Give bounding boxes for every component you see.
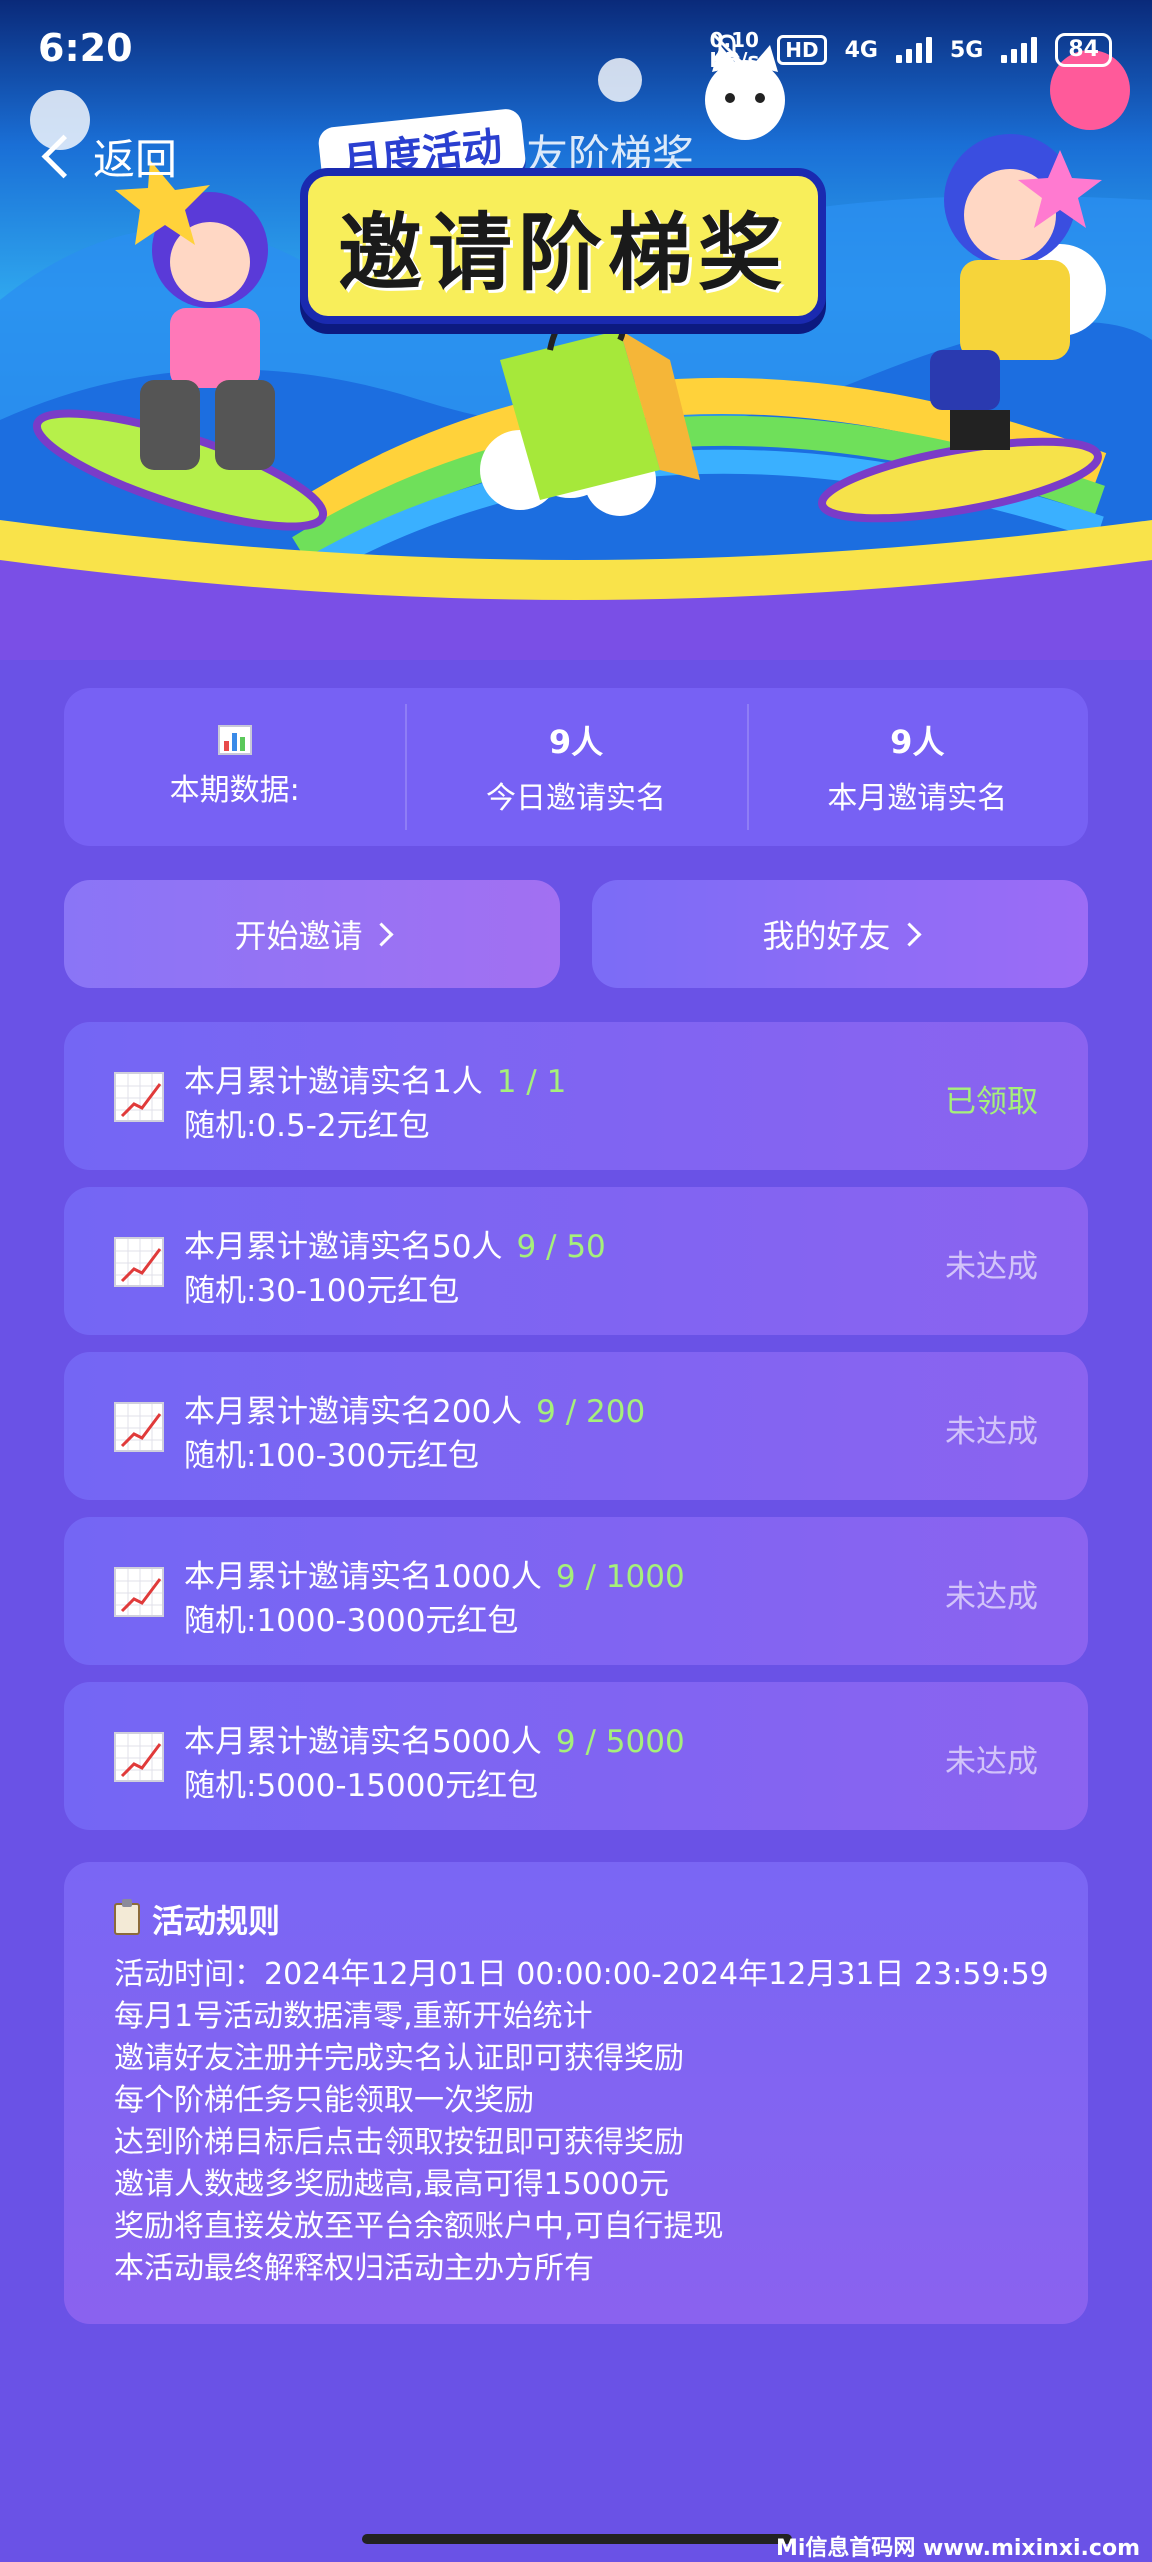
rule-item: 每个阶梯任务只能领取一次奖励 [114, 2083, 534, 2118]
stat-period: 本期数据: [64, 688, 405, 846]
start-invite-button[interactable]: 开始邀请 [64, 880, 560, 988]
tier-title: 本月累计邀请实名5000人 [184, 1724, 542, 1760]
tier-claimed-status[interactable]: 已领取 [945, 1076, 1038, 1121]
network-type-5g: 5G [950, 37, 984, 63]
bell-muted-icon [712, 32, 743, 64]
rules-title: 活动规则 [152, 1902, 281, 1940]
stat-month: 9人 本月邀请实名 [746, 688, 1088, 846]
stat-today: 9人 今日邀请实名 [405, 688, 746, 846]
stat-today-label: 今日邀请实名 [485, 781, 666, 816]
tier-card[interactable]: 本月累计邀请实名50人 9 / 50 随机:30-100元红包 未达成 [64, 1187, 1088, 1335]
banner-title: 邀请阶梯奖 [337, 203, 788, 302]
tier-progress: 9 / 200 [536, 1394, 646, 1430]
tier-status: 未达成 [945, 1579, 1038, 1615]
stat-period-label: 本期数据: [169, 773, 300, 808]
tier-title: 本月累计邀请实名1人 [184, 1064, 483, 1100]
chevron-right-icon [896, 921, 922, 947]
back-label: 返回 [93, 135, 178, 184]
tier-progress: 9 / 5000 [555, 1724, 685, 1760]
tier-reward: 随机:30-100元红包 [184, 1273, 460, 1309]
rule-item: 邀请人数越多奖励越高,最高可得15000元 [114, 2167, 669, 2202]
tier-progress: 9 / 50 [516, 1229, 606, 1265]
trend-chart-icon [114, 1072, 164, 1122]
clipboard-icon [114, 1899, 140, 1935]
rule-item: 邀请好友注册并完成实名认证即可获得奖励 [114, 2041, 684, 2076]
network-type-4g: 4G [844, 37, 878, 63]
tier-status: 未达成 [945, 1249, 1038, 1285]
tier-title: 本月累计邀请实名50人 [184, 1229, 503, 1265]
signal-icon [896, 37, 932, 63]
tier-reward: 随机:5000-15000元红包 [184, 1768, 539, 1804]
chevron-right-icon [368, 921, 394, 947]
tier-reward: 随机:0.5-2元红包 [184, 1108, 430, 1144]
rules-card: 活动规则 活动时间：2024年12月01日 00:00:00-2024年12月3… [64, 1862, 1088, 2324]
stat-month-value: 9人 [890, 723, 945, 761]
tier-title-line: 本月累计邀请实名1人 1 / 1 [184, 1056, 566, 1101]
hd-voice-icon: HD [777, 35, 827, 65]
status-bar: 6:20 0.10 KB/s HD 4G 5G 84 [0, 0, 1152, 100]
tier-status: 未达成 [945, 1744, 1038, 1780]
tier-card[interactable]: 本月累计邀请实名1人 1 / 1 随机:0.5-2元红包 已领取 [64, 1022, 1088, 1170]
tier-progress: 9 / 1000 [555, 1559, 685, 1595]
stat-month-label: 本月邀请实名 [827, 781, 1008, 816]
watermark: Mi信息首码网 www.mixinxi.com [775, 2536, 1140, 2561]
hero-banner: 6:20 0.10 KB/s HD 4G 5G 84 返回 邀请好友阶梯奖 月度… [0, 0, 1152, 660]
tier-progress: 1 / 1 [496, 1064, 567, 1100]
trend-chart-icon [114, 1402, 164, 1452]
tier-title: 本月累计邀请实名1000人 [184, 1559, 542, 1595]
home-indicator[interactable] [362, 2534, 792, 2544]
start-invite-label: 开始邀请 [234, 917, 363, 955]
status-time: 6:20 [38, 26, 133, 70]
signal-icon-2 [1001, 37, 1038, 63]
rule-item: 奖励将直接发放至平台余额账户中,可自行提现 [114, 2209, 724, 2244]
rules-list: 活动时间：2024年12月01日 00:00:00-2024年12月31日 23… [114, 1954, 1049, 2290]
my-friends-label: 我的好友 [762, 917, 891, 955]
tier-card[interactable]: 本月累计邀请实名1000人 9 / 1000 随机:1000-3000元红包 未达… [64, 1517, 1088, 1665]
tier-card[interactable]: 本月累计邀请实名200人 9 / 200 随机:100-300元红包 未达成 [64, 1352, 1088, 1500]
back-button[interactable]: 返回 [38, 126, 177, 187]
trend-chart-icon [114, 1567, 164, 1617]
tier-reward: 随机:1000-3000元红包 [184, 1603, 519, 1639]
rule-item: 达到阶梯目标后点击领取按钮即可获得奖励 [114, 2125, 684, 2160]
tier-status: 未达成 [945, 1414, 1038, 1450]
chevron-left-icon [41, 134, 86, 179]
tier-title-line: 本月累计邀请实名1000人 9 / 1000 [184, 1551, 685, 1596]
bar-chart-icon [217, 725, 252, 755]
trend-chart-icon [114, 1732, 164, 1782]
tier-title-line: 本月累计邀请实名200人 9 / 200 [184, 1386, 645, 1431]
rule-item: 活动时间：2024年12月01日 00:00:00-2024年12月31日 23… [114, 1957, 1049, 1992]
trend-chart-icon [114, 1237, 164, 1287]
rule-item: 每月1号活动数据清零,重新开始统计 [114, 1999, 593, 2034]
banner-title-box: 邀请阶梯奖 [300, 168, 826, 324]
tier-title-line: 本月累计邀请实名50人 9 / 50 [184, 1221, 606, 1266]
rules-header: 活动规则 [114, 1896, 280, 1942]
tier-reward: 随机:100-300元红包 [184, 1438, 479, 1474]
tier-title: 本月累计邀请实名200人 [184, 1394, 523, 1430]
rule-item: 本活动最终解释权归活动主办方所有 [114, 2251, 594, 2286]
stat-today-value: 9人 [548, 723, 604, 761]
status-icons: 0.10 KB/s HD 4G 5G 84 [709, 30, 1112, 70]
battery-icon: 84 [1055, 33, 1112, 67]
tier-title-line: 本月累计邀请实名5000人 9 / 5000 [184, 1716, 685, 1761]
my-friends-button[interactable]: 我的好友 [592, 880, 1088, 988]
tier-card[interactable]: 本月累计邀请实名5000人 9 / 5000 随机:5000-15000元红包 未… [64, 1682, 1088, 1830]
stats-card: 本期数据: 9人 今日邀请实名 9人 本月邀请实名 [64, 688, 1088, 846]
